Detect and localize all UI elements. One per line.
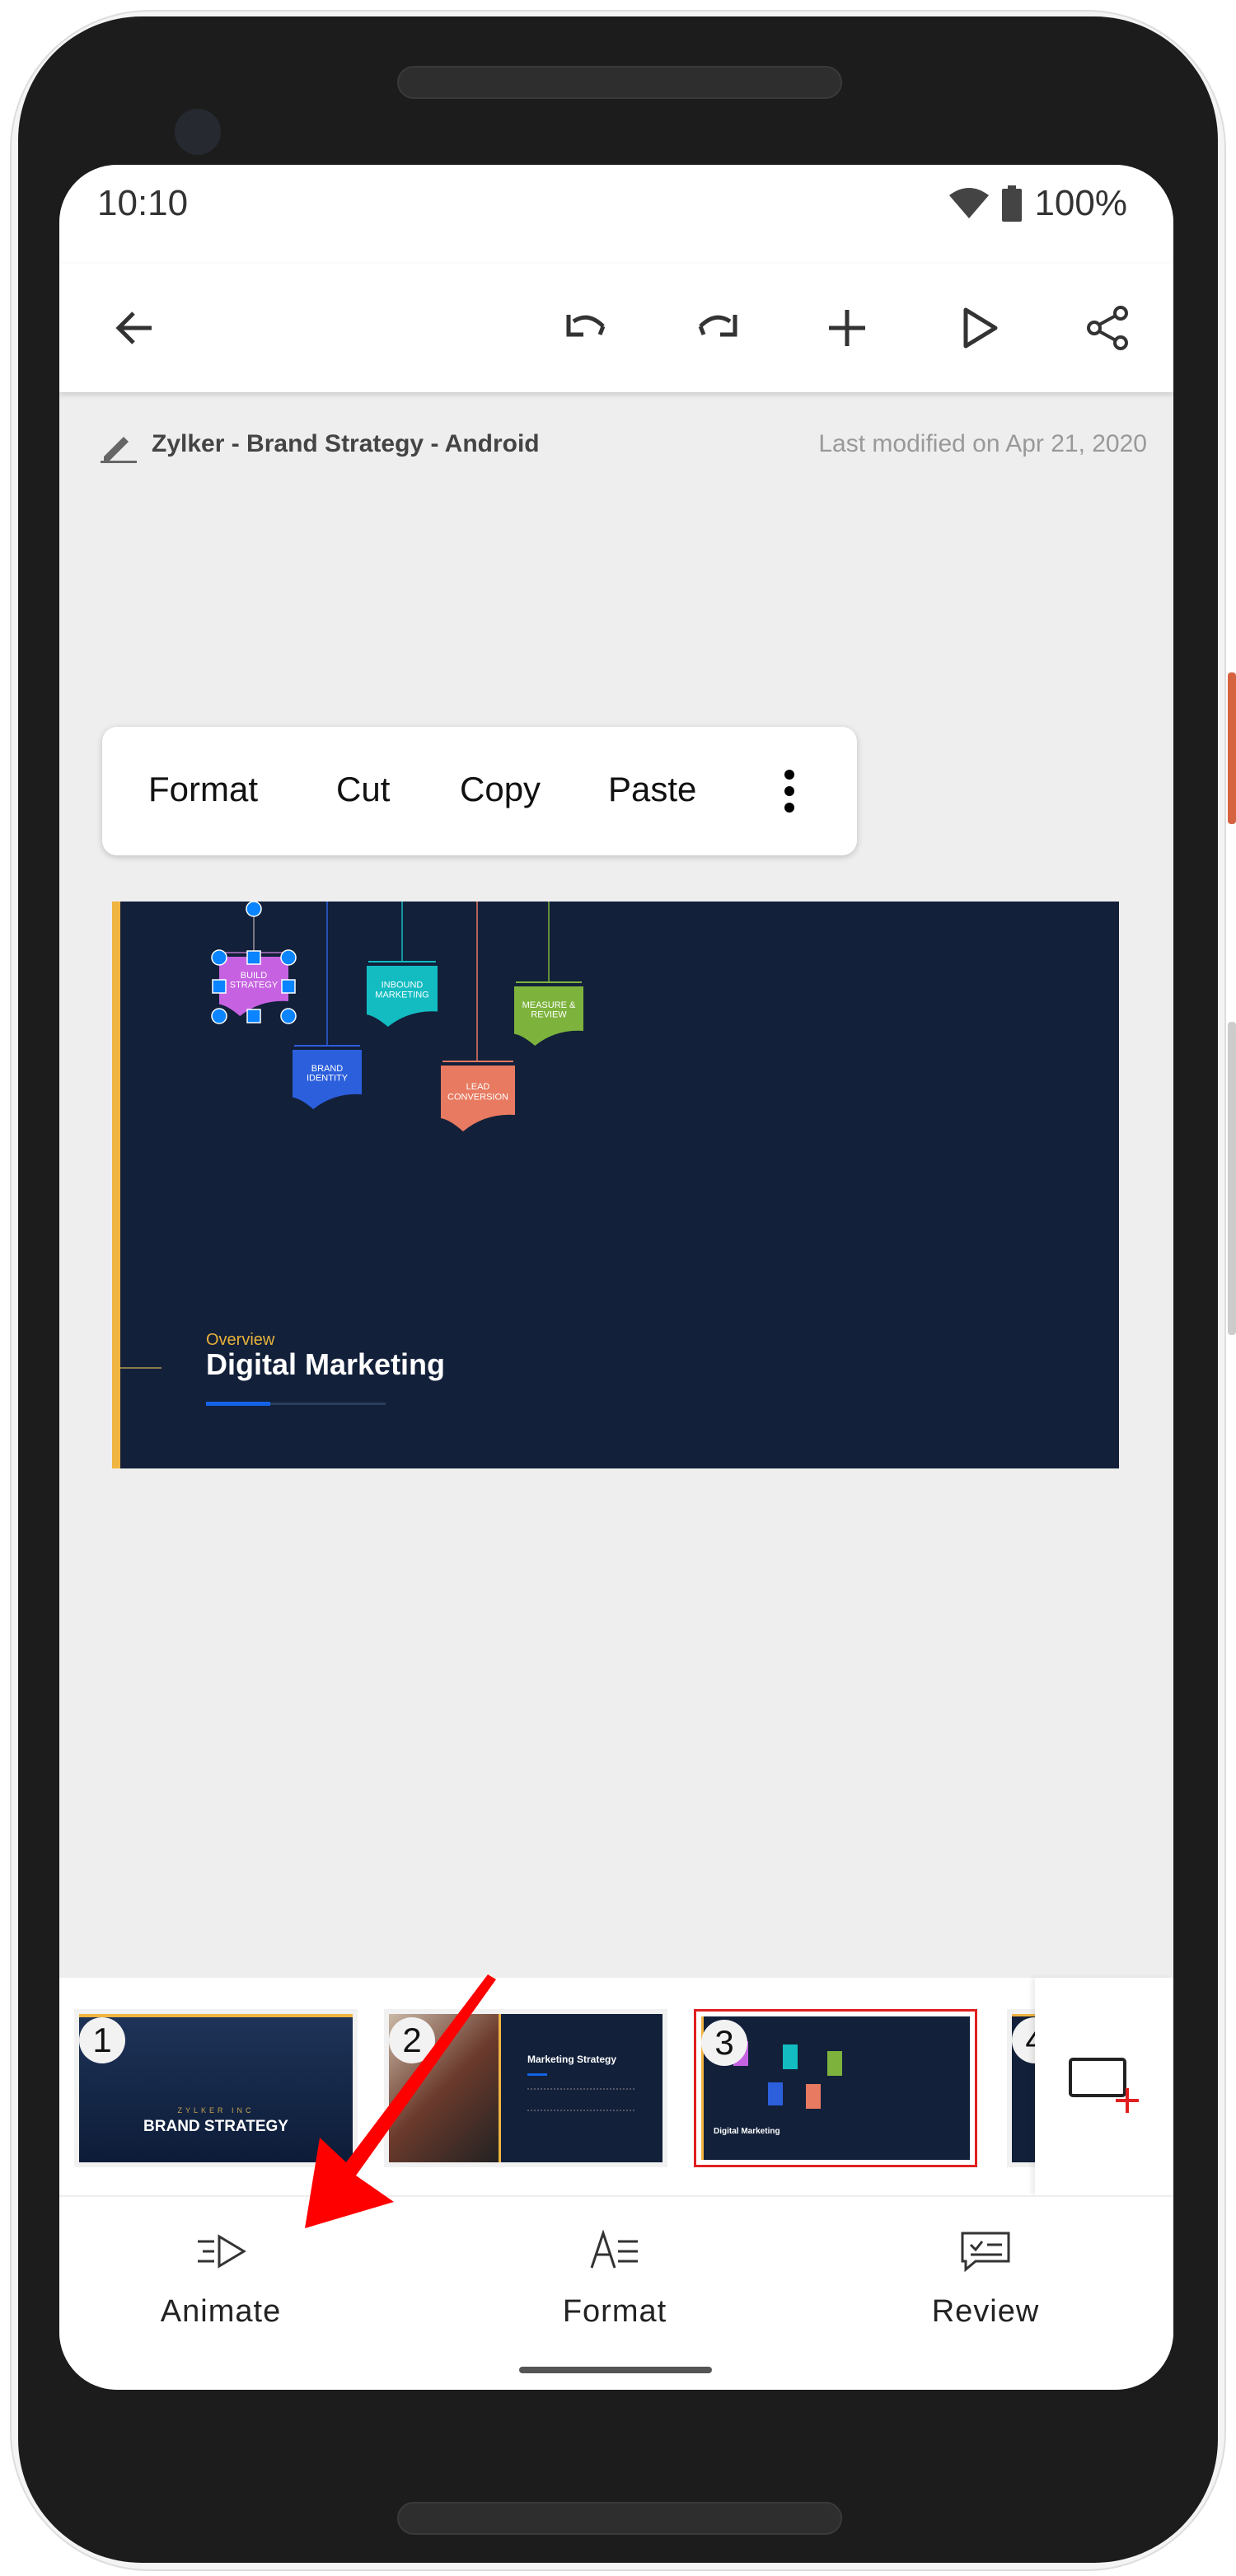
annotation-overlay <box>305 1974 496 2228</box>
red-arrow-annotation <box>305 1974 496 2228</box>
